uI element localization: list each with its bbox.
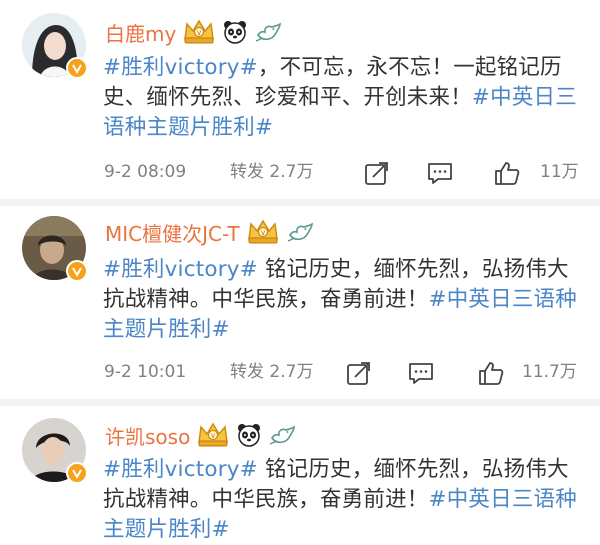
post-1: 白鹿my #胜利victory#，不可忘，永不忘！一起铭记历史、缅怀先烈、珍爱和… <box>0 0 600 200</box>
user-row: 白鹿my <box>105 15 282 49</box>
panda-icon[interactable] <box>236 422 262 448</box>
verified-badge-icon <box>66 462 88 484</box>
username[interactable]: MIC檀健次JC-T <box>105 218 240 247</box>
user-row: MIC檀健次JC-T <box>105 215 314 249</box>
crown-vip-icon[interactable] <box>182 19 216 45</box>
thumbs-up-icon[interactable] <box>478 360 504 386</box>
like-count: 11万 <box>540 162 579 182</box>
username[interactable]: 白鹿my <box>105 18 176 47</box>
hashtag-link[interactable]: #胜利victory# <box>103 55 258 80</box>
user-row: 许凯soso <box>105 418 296 452</box>
post-meta: 9-2 10:01 转发 2.7万 11.7万 <box>104 357 584 387</box>
avatar[interactable] <box>22 13 88 79</box>
crown-vip-icon[interactable] <box>246 219 280 245</box>
post-text: #胜利victory# 铭记历史，缅怀先烈，弘扬伟大抗战精神。中华民族，奋勇前进… <box>103 255 583 345</box>
like-count: 11.7万 <box>522 362 577 382</box>
post-3: 许凯soso #胜利victory# 铭记历史，缅怀先烈，弘扬伟大抗战精神。中华… <box>0 406 600 543</box>
avatar[interactable] <box>22 216 88 282</box>
thumbs-up-icon[interactable] <box>494 160 520 186</box>
repost-count[interactable]: 转发 2.7万 <box>230 357 313 387</box>
bird-icon[interactable] <box>286 219 314 245</box>
repost-count[interactable]: 转发 2.7万 <box>230 157 313 187</box>
avatar[interactable] <box>22 418 88 484</box>
post-meta: 9-2 08:09 转发 2.7万 11万 <box>104 157 584 187</box>
post-text: #胜利victory# 铭记历史，缅怀先烈，弘扬伟大抗战精神。中华民族，奋勇前进… <box>103 455 583 545</box>
hashtag-link[interactable]: #胜利victory# <box>103 257 258 282</box>
post-time: 9-2 08:09 <box>104 162 187 182</box>
crown-vip-icon[interactable] <box>196 422 230 448</box>
verified-badge-icon <box>66 260 88 282</box>
bird-icon[interactable] <box>254 19 282 45</box>
post-2: MIC檀健次JC-T #胜利victory# 铭记历史，缅怀先烈，弘扬伟大抗战精… <box>0 206 600 398</box>
bird-icon[interactable] <box>268 422 296 448</box>
username[interactable]: 许凯soso <box>105 421 190 450</box>
post-text: #胜利victory#，不可忘，永不忘！一起铭记历史、缅怀先烈、珍爱和平、开创未… <box>103 53 583 143</box>
comment-icon[interactable] <box>427 160 453 186</box>
verified-badge-icon <box>66 57 88 79</box>
divider <box>0 199 600 206</box>
share-icon[interactable] <box>364 160 390 186</box>
post-time: 9-2 10:01 <box>104 362 187 382</box>
comment-icon[interactable] <box>408 360 434 386</box>
panda-icon[interactable] <box>222 19 248 45</box>
share-icon[interactable] <box>346 360 372 386</box>
divider <box>0 399 600 406</box>
hashtag-link[interactable]: #胜利victory# <box>103 457 258 482</box>
